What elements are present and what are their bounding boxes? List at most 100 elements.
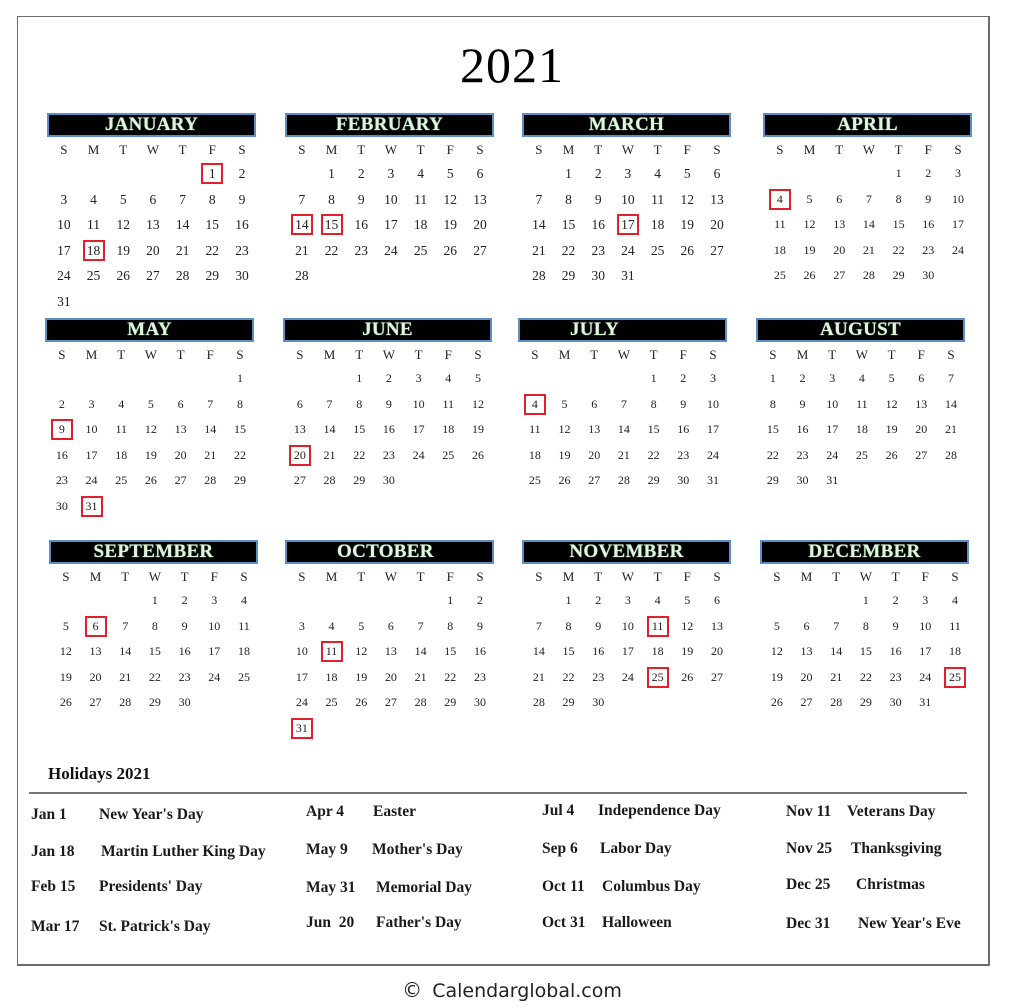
day-cell[interactable]: 3 [376, 161, 406, 187]
day-cell[interactable]: 30 [668, 468, 698, 494]
day-cell[interactable]: 28 [110, 690, 140, 716]
day-cell[interactable]: 26 [550, 468, 580, 494]
day-cell[interactable]: 9 [170, 614, 200, 640]
day-cell[interactable]: 3 [613, 161, 643, 187]
day-cell[interactable]: 29 [554, 263, 584, 289]
day-cell[interactable]: 20 [702, 212, 732, 238]
day-cell[interactable]: 27 [579, 468, 609, 494]
day-cell[interactable]: 15 [884, 212, 914, 238]
day-cell[interactable]: 18 [940, 639, 970, 665]
day-cell[interactable]: 11 [847, 392, 877, 418]
day-cell[interactable]: 2 [881, 588, 911, 614]
day-cell[interactable]: 5 [795, 187, 825, 213]
day-cell[interactable]: 19 [136, 443, 166, 469]
day-cell[interactable]: 9 [788, 392, 818, 418]
day-cell[interactable]: 30 [47, 494, 77, 520]
day-cell[interactable]: 27 [824, 263, 854, 289]
day-cell[interactable]: 31 [910, 690, 940, 716]
day-cell[interactable]: 14 [195, 417, 225, 443]
day-cell[interactable]: 4 [106, 392, 136, 418]
day-cell[interactable]: 4 [406, 161, 436, 187]
day-cell[interactable]: 31 [698, 468, 728, 494]
day-cell[interactable]: 11 [643, 187, 673, 213]
day-cell[interactable]: 26 [672, 665, 702, 691]
day-cell[interactable]: 8 [317, 187, 347, 213]
holiday-day-cell[interactable]: 18 [79, 238, 109, 264]
day-cell[interactable]: 26 [346, 690, 376, 716]
day-cell[interactable]: 2 [170, 588, 200, 614]
day-cell[interactable]: 24 [77, 468, 107, 494]
day-cell[interactable]: 12 [108, 212, 138, 238]
holiday-day-cell[interactable]: 4 [520, 392, 550, 418]
day-cell[interactable]: 5 [108, 187, 138, 213]
day-cell[interactable]: 8 [758, 392, 788, 418]
day-cell[interactable]: 9 [583, 614, 613, 640]
day-cell[interactable]: 6 [579, 392, 609, 418]
day-cell[interactable]: 26 [51, 690, 81, 716]
day-cell[interactable]: 10 [376, 187, 406, 213]
day-cell[interactable]: 25 [106, 468, 136, 494]
day-cell[interactable]: 17 [910, 639, 940, 665]
day-cell[interactable]: 4 [317, 614, 347, 640]
day-cell[interactable]: 12 [346, 639, 376, 665]
day-cell[interactable]: 28 [406, 690, 436, 716]
day-cell[interactable]: 9 [374, 392, 404, 418]
day-cell[interactable]: 13 [138, 212, 168, 238]
day-cell[interactable]: 31 [817, 468, 847, 494]
day-cell[interactable]: 14 [524, 639, 554, 665]
day-cell[interactable]: 18 [520, 443, 550, 469]
day-cell[interactable]: 19 [463, 417, 493, 443]
day-cell[interactable]: 18 [406, 212, 436, 238]
day-cell[interactable]: 23 [668, 443, 698, 469]
day-cell[interactable]: 15 [435, 639, 465, 665]
day-cell[interactable]: 15 [639, 417, 669, 443]
day-cell[interactable]: 4 [847, 366, 877, 392]
day-cell[interactable]: 20 [81, 665, 111, 691]
day-cell[interactable]: 6 [285, 392, 315, 418]
day-cell[interactable]: 11 [520, 417, 550, 443]
day-cell[interactable]: 27 [702, 238, 732, 264]
day-cell[interactable]: 2 [788, 366, 818, 392]
holiday-day-cell[interactable]: 25 [940, 665, 970, 691]
day-cell[interactable]: 17 [199, 639, 229, 665]
day-cell[interactable]: 4 [643, 588, 673, 614]
day-cell[interactable]: 4 [643, 161, 673, 187]
day-cell[interactable]: 18 [847, 417, 877, 443]
day-cell[interactable]: 15 [554, 639, 584, 665]
day-cell[interactable]: 8 [344, 392, 374, 418]
day-cell[interactable]: 15 [344, 417, 374, 443]
day-cell[interactable]: 3 [698, 366, 728, 392]
day-cell[interactable]: 20 [166, 443, 196, 469]
day-cell[interactable]: 6 [138, 187, 168, 213]
day-cell[interactable]: 10 [287, 639, 317, 665]
day-cell[interactable]: 7 [936, 366, 966, 392]
day-cell[interactable]: 19 [550, 443, 580, 469]
day-cell[interactable]: 11 [406, 187, 436, 213]
day-cell[interactable]: 7 [854, 187, 884, 213]
day-cell[interactable]: 20 [465, 212, 495, 238]
day-cell[interactable]: 4 [79, 187, 109, 213]
day-cell[interactable]: 10 [77, 417, 107, 443]
day-cell[interactable]: 8 [851, 614, 881, 640]
day-cell[interactable]: 23 [346, 238, 376, 264]
day-cell[interactable]: 12 [877, 392, 907, 418]
day-cell[interactable]: 27 [702, 665, 732, 691]
day-cell[interactable]: 1 [435, 588, 465, 614]
day-cell[interactable]: 13 [824, 212, 854, 238]
day-cell[interactable]: 24 [943, 238, 973, 264]
day-cell[interactable]: 17 [943, 212, 973, 238]
day-cell[interactable]: 7 [609, 392, 639, 418]
day-cell[interactable]: 19 [877, 417, 907, 443]
day-cell[interactable]: 18 [765, 238, 795, 264]
day-cell[interactable]: 17 [404, 417, 434, 443]
day-cell[interactable]: 7 [524, 614, 554, 640]
day-cell[interactable]: 17 [49, 238, 79, 264]
day-cell[interactable]: 4 [433, 366, 463, 392]
day-cell[interactable]: 28 [609, 468, 639, 494]
day-cell[interactable]: 23 [465, 665, 495, 691]
day-cell[interactable]: 19 [762, 665, 792, 691]
day-cell[interactable]: 1 [758, 366, 788, 392]
day-cell[interactable]: 9 [913, 187, 943, 213]
holiday-day-cell[interactable]: 14 [287, 212, 317, 238]
day-cell[interactable]: 14 [406, 639, 436, 665]
